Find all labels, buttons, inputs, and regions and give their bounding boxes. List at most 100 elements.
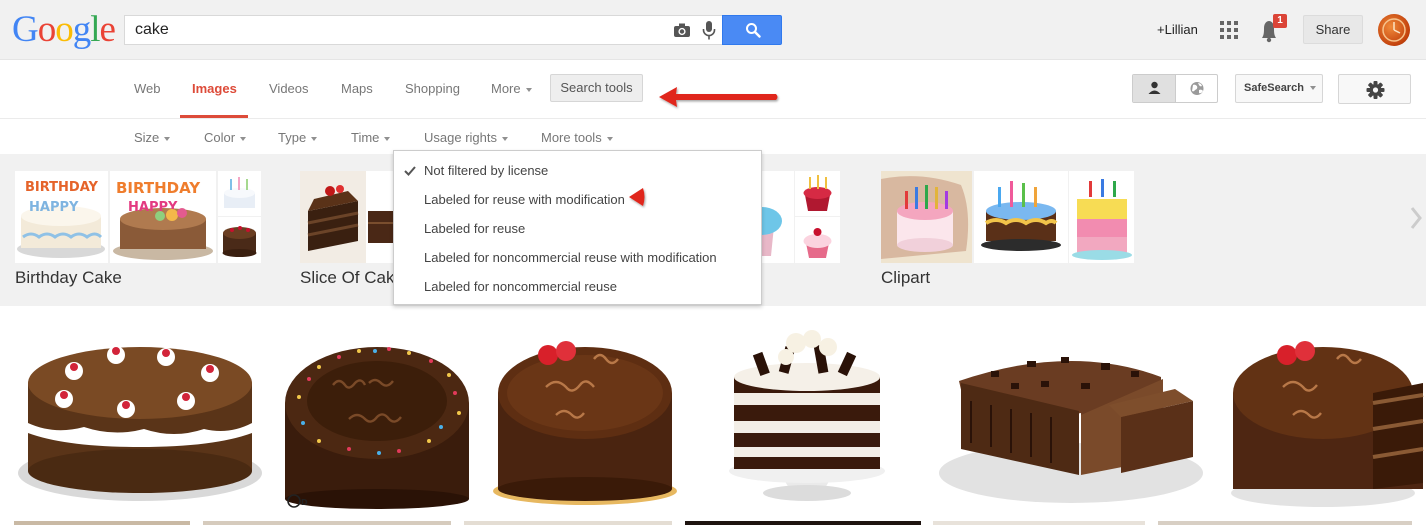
personal-results-button[interactable] <box>1133 75 1176 102</box>
image-result[interactable] <box>464 521 672 525</box>
cake-slice-thumbnail[interactable] <box>366 171 393 263</box>
tool-size-label: Size <box>134 130 160 145</box>
top-bar: Google +Lillian <box>0 0 1426 60</box>
clipart-cake-thumbnail[interactable] <box>881 171 972 263</box>
svg-text:HAPPY: HAPPY <box>29 200 79 215</box>
chevron-down-icon <box>384 136 391 141</box>
tool-more-tools-label: More tools <box>541 130 602 145</box>
logo-letter: e <box>99 9 116 50</box>
tool-size[interactable]: Size <box>134 130 171 145</box>
red-pointer-annotation <box>629 188 645 206</box>
category-label[interactable]: Birthday Cake <box>15 268 122 288</box>
image-result[interactable] <box>203 521 451 525</box>
tool-usage-rights-label: Usage rights <box>424 130 497 145</box>
clipart-cake-thumbnail[interactable] <box>1069 171 1134 263</box>
menu-item-reuse-with-modification[interactable]: Labeled for reuse with modification <box>424 192 625 207</box>
chevron-down-icon <box>311 136 318 141</box>
cake-slice-thumbnail[interactable] <box>300 171 366 263</box>
birthday-cake-thumbnail[interactable] <box>218 171 261 216</box>
tool-usage-rights[interactable]: Usage rights <box>424 130 508 145</box>
user-avatar[interactable] <box>1378 14 1410 46</box>
camera-icon[interactable] <box>673 22 691 38</box>
search-input[interactable] <box>135 20 655 40</box>
personal-results-toggle <box>1132 74 1218 103</box>
birthday-cake-thumbnail[interactable]: BIRTHDAY HAPPY <box>15 171 108 263</box>
globe-icon <box>1190 82 1204 95</box>
birthday-cake-thumbnail[interactable] <box>218 217 261 263</box>
image-result[interactable] <box>933 521 1145 525</box>
tab-more-label: More <box>491 81 521 96</box>
checkmark-icon <box>404 166 416 176</box>
chevron-down-icon <box>606 136 613 141</box>
birthday-cake-thumbnail[interactable]: BIRTHDAY HAPPY <box>110 171 216 263</box>
search-nav-bar: Web Images Videos Maps Shopping More Sea… <box>0 60 1426 119</box>
user-name-link[interactable]: +Lillian <box>1157 22 1198 37</box>
image-result[interactable] <box>14 521 190 525</box>
clipart-cake-thumbnail[interactable] <box>974 171 1068 263</box>
menu-item-reuse[interactable]: Labeled for reuse <box>424 221 525 236</box>
search-button[interactable] <box>722 15 782 45</box>
tool-time-label: Time <box>351 130 380 145</box>
search-tools-row: Size Color Type Time Usage rights More t… <box>0 120 1426 154</box>
safesearch-dropdown[interactable]: SafeSearch <box>1235 74 1323 103</box>
search-tools-button[interactable]: Search tools <box>550 74 643 102</box>
tab-maps[interactable]: Maps <box>341 81 373 96</box>
tool-more-tools[interactable]: More tools <box>541 130 613 145</box>
tool-type[interactable]: Type <box>278 130 318 145</box>
share-button[interactable]: Share <box>1303 15 1363 44</box>
cupcake-thumbnail[interactable] <box>795 217 840 263</box>
chevron-down-icon <box>164 136 171 141</box>
person-icon <box>1148 81 1161 94</box>
notification-count-badge[interactable]: 1 <box>1273 14 1287 28</box>
microphone-icon[interactable] <box>702 20 716 41</box>
safesearch-label: SafeSearch <box>1244 82 1304 94</box>
tool-color-label: Color <box>204 130 236 145</box>
gear-icon <box>1366 81 1385 99</box>
tool-color[interactable]: Color <box>204 130 247 145</box>
menu-item-not-filtered[interactable]: Not filtered by license <box>424 163 548 178</box>
image-result[interactable] <box>1158 521 1412 525</box>
menu-item-noncommercial-reuse[interactable]: Labeled for noncommercial reuse <box>424 279 617 294</box>
image-result[interactable] <box>486 323 684 510</box>
menu-item-noncommercial-reuse-with-modification[interactable]: Labeled for noncommercial reuse with mod… <box>424 250 717 265</box>
hide-personal-results-button[interactable] <box>1176 75 1217 102</box>
logo-letter: o <box>37 9 56 50</box>
chevron-down-icon <box>525 87 532 92</box>
logo-letter: G <box>12 9 39 50</box>
cupcake-thumbnail[interactable] <box>795 171 840 216</box>
image-result[interactable] <box>1223 323 1426 510</box>
avatar-clock-image <box>1382 18 1406 42</box>
category-label[interactable]: Clipart <box>881 268 930 288</box>
active-tab-indicator <box>180 115 248 118</box>
chevron-down-icon <box>1309 86 1316 91</box>
image-result[interactable] <box>931 323 1210 510</box>
chevron-right-icon[interactable] <box>1410 206 1422 230</box>
tab-more[interactable]: More <box>491 81 532 96</box>
tab-shopping[interactable]: Shopping <box>405 81 460 96</box>
tool-time[interactable]: Time <box>351 130 391 145</box>
settings-button[interactable] <box>1338 74 1411 104</box>
image-result[interactable] <box>696 323 918 510</box>
image-result[interactable]: D <box>279 323 475 510</box>
chevron-down-icon <box>240 136 247 141</box>
chevron-down-icon <box>501 136 508 141</box>
logo-letter: o <box>55 9 73 50</box>
tab-images[interactable]: Images <box>192 81 237 96</box>
watermark-text: D <box>301 498 308 507</box>
tab-web[interactable]: Web <box>134 81 161 96</box>
apps-grid-icon[interactable] <box>1220 21 1238 39</box>
search-box <box>124 15 722 45</box>
image-result[interactable] <box>685 521 921 525</box>
google-image-search-page: Google +Lillian <box>0 0 1426 525</box>
category-label[interactable]: Slice Of Cake <box>300 268 404 288</box>
image-result[interactable] <box>14 323 267 510</box>
search-icon <box>746 23 761 38</box>
google-logo[interactable]: Google <box>12 8 116 52</box>
tool-type-label: Type <box>278 130 307 145</box>
tab-videos[interactable]: Videos <box>269 81 309 96</box>
logo-letter: l <box>90 9 100 50</box>
svg-text:BIRTHDAY: BIRTHDAY <box>25 180 99 195</box>
usage-rights-menu: Not filtered by license Labeled for reus… <box>393 150 762 305</box>
svg-text:BIRTHDAY: BIRTHDAY <box>116 179 201 197</box>
logo-letter: g <box>72 9 91 50</box>
